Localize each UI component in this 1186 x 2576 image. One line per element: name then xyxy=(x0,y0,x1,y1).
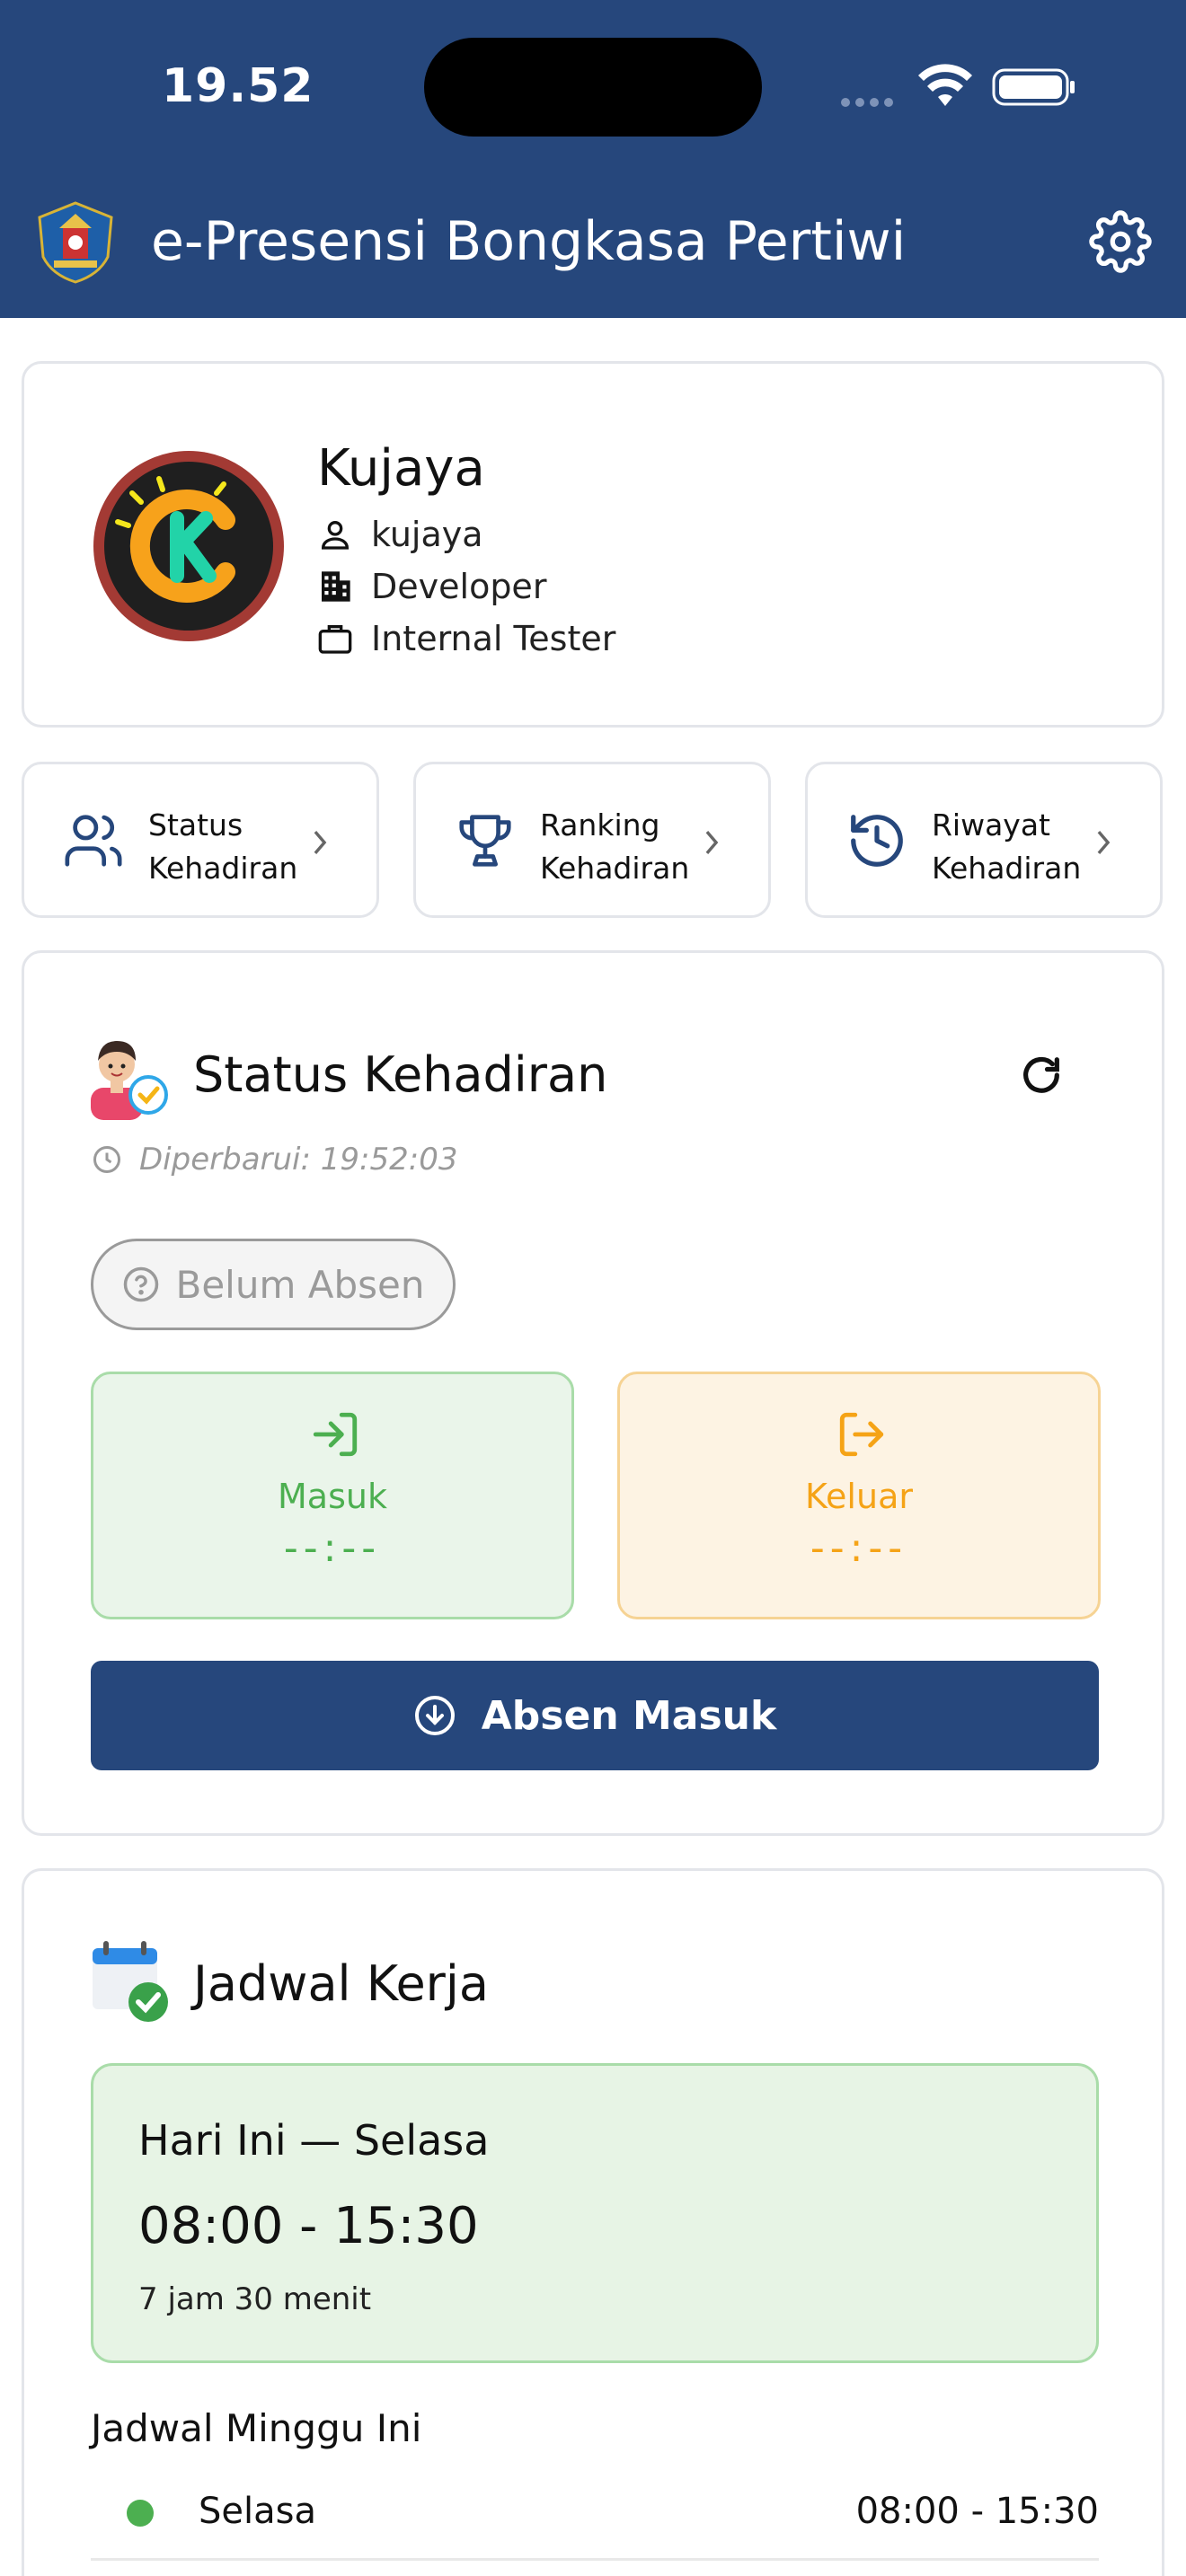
profile-position-row: Internal Tester xyxy=(317,619,615,658)
building-icon xyxy=(322,571,350,602)
quick-action-riwayat-kehadiran[interactable]: Riwayat Kehadiran xyxy=(805,762,1163,918)
profile-username: kujaya xyxy=(371,515,483,554)
last-updated: Diperbarui: 19:52:03 xyxy=(91,1142,457,1178)
status-bar-time: 19.52 xyxy=(162,59,314,113)
dynamic-island xyxy=(424,38,762,137)
app-title: e-Presensi Bongkasa Pertiwi xyxy=(151,210,907,273)
battery-icon xyxy=(992,68,1075,106)
week-schedule-title: Jadwal Minggu Ini xyxy=(91,2406,422,2450)
today-schedule: Hari Ini — Selasa 08:00 - 15:30 7 jam 30… xyxy=(91,2063,1099,2363)
schedule-title: Jadwal Kerja xyxy=(193,1955,489,2012)
arrow-down-circle-icon xyxy=(414,1696,455,1735)
today-day: Hari Ini — Selasa xyxy=(138,2116,490,2165)
avatar xyxy=(93,451,284,641)
signal-icon xyxy=(841,95,902,107)
week-time: 08:00 - 15:30 xyxy=(855,2491,1099,2532)
calendar-check-icon xyxy=(93,1941,168,2022)
chevron-right-icon xyxy=(1097,830,1111,855)
profile-department-row: Developer xyxy=(317,567,546,606)
chevron-right-icon xyxy=(314,830,327,855)
today-duration: 7 jam 30 menit xyxy=(138,2281,372,2317)
check-out-label: Keluar xyxy=(805,1477,913,1516)
schedule-card: Jadwal Kerja Hari Ini — Selasa 08:00 - 1… xyxy=(22,1868,1164,2576)
quick-action-status-kehadiran[interactable]: Status Kehadiran xyxy=(22,762,379,918)
logout-icon xyxy=(839,1412,884,1457)
quick-action-label: Ranking Kehadiran xyxy=(540,807,690,886)
today-time: 08:00 - 15:30 xyxy=(138,2197,479,2255)
person-check-icon xyxy=(91,1041,168,1120)
check-in-time: --:-- xyxy=(283,1525,382,1571)
logo-emblem xyxy=(38,201,113,284)
profile-card: Kujaya kujaya Developer Internal Tester xyxy=(22,361,1164,728)
quick-action-label: Riwayat Kehadiran xyxy=(932,807,1082,886)
quick-action-ranking-kehadiran[interactable]: Ranking Kehadiran xyxy=(413,762,771,918)
attendance-status-card: Status Kehadiran Diperbarui: 19:52:03 Be… xyxy=(22,950,1164,1836)
gear-icon[interactable] xyxy=(1089,210,1152,273)
status-badge: Belum Absen xyxy=(91,1239,456,1330)
trophy-icon xyxy=(459,815,511,867)
app-header: 19.52 e-Presensi Bongkasa Pertiwi xyxy=(0,0,1186,318)
quick-action-label: Status Kehadiran xyxy=(148,807,298,886)
chevron-right-icon xyxy=(705,830,719,855)
question-circle-icon xyxy=(123,1266,158,1302)
profile-username-row: kujaya xyxy=(317,515,483,554)
clock-icon xyxy=(93,1146,120,1173)
attendance-title: Status Kehadiran xyxy=(193,1046,608,1103)
login-icon xyxy=(313,1412,358,1457)
profile-department: Developer xyxy=(371,567,547,606)
check-out-box: Keluar --:-- xyxy=(617,1372,1101,1619)
week-day: Selasa xyxy=(199,2491,316,2532)
check-in-label: Masuk xyxy=(278,1477,387,1516)
users-icon xyxy=(65,815,122,867)
check-out-time: --:-- xyxy=(810,1525,908,1571)
wifi-icon xyxy=(918,64,972,106)
history-icon xyxy=(851,815,903,867)
profile-position: Internal Tester xyxy=(371,619,616,658)
active-day-dot xyxy=(127,2500,154,2527)
check-in-box: Masuk --:-- xyxy=(91,1372,574,1619)
refresh-icon[interactable] xyxy=(1018,1052,1065,1098)
profile-name: Kujaya xyxy=(317,439,485,498)
absen-masuk-button[interactable]: Absen Masuk xyxy=(91,1661,1099,1770)
person-icon xyxy=(321,521,350,550)
list-item: Selasa 08:00 - 15:30 xyxy=(91,2476,1099,2561)
briefcase-icon xyxy=(318,625,352,654)
